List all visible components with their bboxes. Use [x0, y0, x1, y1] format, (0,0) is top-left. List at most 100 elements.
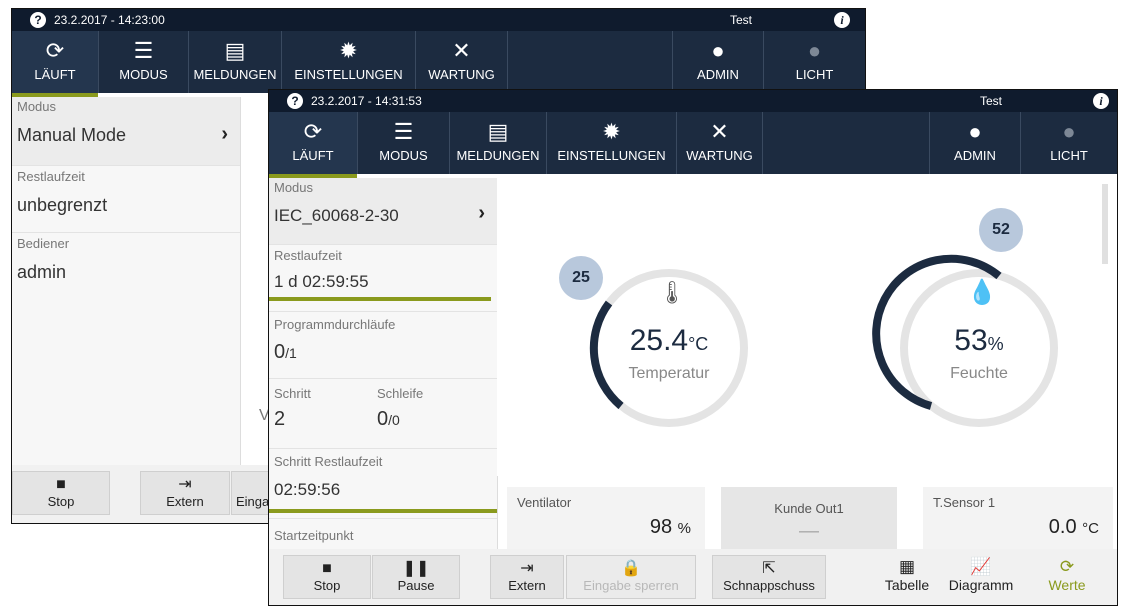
card-value: 98 %	[649, 516, 691, 538]
sidebar: Modus IEC_60068-2-30 › Restlaufzeit 1 d …	[269, 178, 498, 549]
tab-label: WARTUNG	[686, 148, 753, 163]
gear-icon: ✹	[339, 38, 358, 63]
restlaufzeit-section: Restlaufzeit 1 d 02:59:55	[269, 244, 497, 312]
title-bar: ? 23.2.2017 - 14:23:00 Test i	[12, 9, 865, 31]
tab-meldungen[interactable]: ▤ MELDUNGEN	[189, 31, 282, 93]
stop-label: Stop	[313, 578, 341, 593]
tab-label: EINSTELLUNGEN	[294, 67, 403, 82]
schnappschuss-label: Schnappschuss	[723, 578, 815, 593]
test-label: Test	[730, 13, 753, 27]
tab-label: MELDUNGEN	[456, 148, 540, 163]
table-icon: ▦	[898, 557, 916, 576]
humidity-value: 53%	[954, 324, 1004, 357]
startzeitpunkt-section: Startzeitpunkt	[269, 518, 497, 549]
tab-modus[interactable]: ☰ MODUS	[358, 112, 450, 174]
tab-meldungen[interactable]: ▤ MELDUNGEN	[450, 112, 547, 174]
admin-button[interactable]: ● ADMIN	[672, 31, 764, 93]
info-icon[interactable]: i	[834, 12, 850, 28]
schritt-label: Schritt	[274, 386, 311, 401]
tsensor-card: T.Sensor 1 0.0 °C	[923, 487, 1113, 549]
programmdurchlaeufe-label: Programmdurchläufe	[274, 317, 396, 332]
licht-label: LICHT	[795, 67, 834, 82]
bulb-icon: ●	[1062, 119, 1076, 144]
card-title: Kunde Out1	[774, 501, 844, 516]
modus-section[interactable]: Modus Manual Mode ›	[12, 97, 240, 166]
restlaufzeit-label: Restlaufzeit	[274, 248, 342, 263]
schritt-progress	[269, 509, 497, 513]
sliders-icon: ☰	[393, 119, 414, 144]
sliders-icon: ☰	[133, 38, 154, 63]
scrollbar-thumb[interactable]	[1102, 184, 1108, 264]
pause-icon: ❚❚	[402, 560, 430, 577]
gauge-area: 25 🌡 25.4°C Temperatur 52 💧 53% Feuchte	[497, 174, 1117, 476]
restlaufzeit-section: Restlaufzeit unbegrenzt	[12, 165, 240, 233]
pause-button[interactable]: ❚❚ Pause	[372, 555, 460, 599]
help-icon[interactable]: ?	[30, 12, 46, 28]
message-icon: ▤	[224, 38, 246, 63]
restlaufzeit-value: 1 d 02:59:55	[274, 272, 369, 291]
restlaufzeit-label: Restlaufzeit	[17, 169, 85, 184]
werte-view-button[interactable]: ⟳ Werte	[1031, 549, 1103, 605]
chevron-right-icon: ›	[221, 123, 228, 145]
gear-icon: ✹	[602, 119, 621, 144]
diagramm-label: Diagramm	[948, 577, 1014, 593]
card-value: —	[799, 520, 819, 542]
extern-button[interactable]: ⇥ Extern	[490, 555, 564, 599]
droplet-icon: 💧	[967, 279, 997, 306]
stop-icon: ■	[322, 560, 332, 577]
card-title: T.Sensor 1	[933, 495, 996, 510]
stop-button[interactable]: ■ Stop	[283, 555, 371, 599]
schleife-label: Schleife	[377, 386, 424, 401]
exit-icon: ⇥	[178, 476, 192, 493]
schnappschuss-button[interactable]: ⇱ Schnappschuss	[712, 555, 826, 599]
schritt-section: Schritt 2 Schleife 0/0	[269, 378, 497, 449]
admin-label: ADMIN	[697, 67, 739, 82]
diagramm-view-button[interactable]: 📈 Diagramm	[938, 549, 1024, 605]
tabelle-view-button[interactable]: ▦ Tabelle	[876, 549, 938, 605]
licht-button[interactable]: ● LICHT	[764, 31, 865, 93]
tab-laeuft[interactable]: ⟳ LÄUFT	[269, 112, 358, 178]
user-icon: ●	[711, 38, 725, 63]
extern-label: Extern	[166, 494, 204, 509]
eingabe-sperren-button[interactable]: 🔒 Eingabe sperren	[566, 555, 696, 599]
modus-value: IEC_60068-2-30	[274, 206, 399, 225]
schritt-value: 2	[274, 408, 286, 430]
run-icon: ⟳	[303, 119, 323, 144]
chart-icon: 📈	[970, 557, 992, 576]
datetime: 23.2.2017 - 14:23:00	[54, 13, 165, 27]
tab-modus[interactable]: ☰ MODUS	[99, 31, 189, 93]
modus-label: Modus	[17, 99, 57, 114]
datetime: 23.2.2017 - 14:31:53	[311, 94, 422, 108]
tab-wartung[interactable]: ✕ WARTUNG	[677, 112, 763, 174]
thermometer-icon: 🌡	[658, 280, 686, 305]
bediener-value: admin	[17, 262, 67, 282]
bediener-section: Bediener admin	[12, 232, 240, 467]
stop-button[interactable]: ■ Stop	[12, 471, 110, 515]
share-icon: ⇱	[762, 560, 776, 577]
stop-label: Stop	[47, 494, 75, 509]
licht-button[interactable]: ● LICHT	[1021, 112, 1117, 174]
exit-icon: ⇥	[520, 560, 534, 577]
extern-button[interactable]: ⇥ Extern	[140, 471, 230, 515]
werte-label: Werte	[1048, 577, 1086, 593]
card-title: Ventilator	[517, 495, 572, 510]
temperature-value: 25.4°C	[629, 324, 709, 357]
tab-wartung[interactable]: ✕ WARTUNG	[416, 31, 508, 93]
admin-button[interactable]: ● ADMIN	[929, 112, 1021, 174]
modus-label: Modus	[274, 180, 314, 195]
startzeitpunkt-label: Startzeitpunkt	[274, 528, 354, 543]
info-icon[interactable]: i	[1093, 93, 1109, 109]
programmdurchlaeufe-section: Programmdurchläufe 0/1	[269, 311, 497, 379]
help-icon[interactable]: ?	[287, 93, 303, 109]
nav-bar: ⟳ LÄUFT ☰ MODUS ▤ MELDUNGEN ✹ EINSTELLUN…	[269, 112, 1117, 178]
tab-einstellungen[interactable]: ✹ EINSTELLUNGEN	[282, 31, 416, 93]
stop-icon: ■	[56, 476, 66, 493]
tab-laeuft[interactable]: ⟳ LÄUFT	[12, 31, 99, 97]
licht-label: LICHT	[1050, 148, 1088, 163]
eingabe-label: Einga	[236, 494, 270, 509]
tab-einstellungen[interactable]: ✹ EINSTELLUNGEN	[547, 112, 677, 174]
pause-label: Pause	[397, 578, 435, 593]
modus-section[interactable]: Modus IEC_60068-2-30 ›	[269, 178, 497, 245]
message-icon: ▤	[487, 119, 509, 144]
temperature-setpoint: 25	[559, 256, 603, 300]
